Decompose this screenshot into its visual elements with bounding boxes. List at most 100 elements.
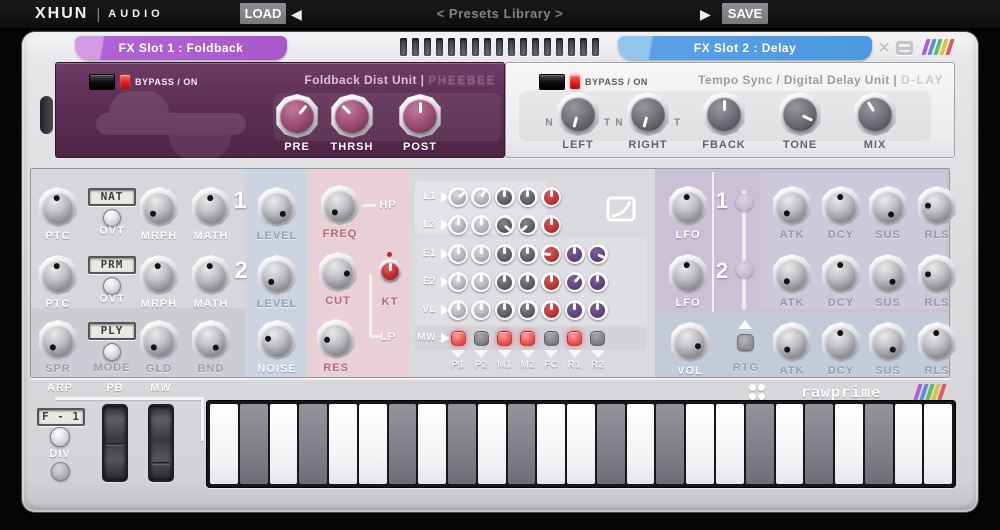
matrix-mw-button-R1[interactable] [567, 331, 582, 346]
mod-wheel[interactable] [148, 404, 174, 482]
env2-sus-knob[interactable]: SUS [868, 254, 908, 294]
lfo1-amount-handle[interactable] [736, 194, 753, 211]
key-white[interactable] [924, 404, 952, 484]
matrix-knob-E1-FC[interactable] [541, 244, 561, 264]
key-white[interactable] [270, 404, 298, 484]
matrix-knob-VL-P2[interactable] [471, 300, 491, 320]
matrix-knob-L1-M2[interactable] [518, 187, 538, 207]
lfo2-knob[interactable]: LFO [668, 254, 708, 294]
key-white[interactable] [418, 404, 446, 484]
pitch-bend-wheel[interactable] [102, 404, 128, 482]
matrix-knob-L1-M1[interactable] [495, 187, 515, 207]
matrix-knob-E2-R1[interactable] [565, 272, 585, 292]
key-white[interactable] [329, 404, 357, 484]
matrix-knob-E2-P2[interactable] [471, 272, 491, 292]
tab-fx-slot-1[interactable]: FX Slot 1 : Foldback [75, 36, 287, 60]
vca-atk-knob[interactable]: ATK [772, 322, 812, 362]
filter-kt-knob[interactable]: KT [378, 259, 402, 283]
env2-dcy-knob[interactable]: DCY [821, 254, 861, 294]
fx2-left-knob[interactable]: LEFT [556, 92, 600, 136]
key-white[interactable] [686, 404, 714, 484]
matrix-mw-button-M2[interactable] [520, 331, 535, 346]
matrix-mw-button-P1[interactable] [451, 331, 466, 346]
fx2-tone-knob[interactable]: TONE [778, 92, 822, 136]
matrix-knob-L2-P1[interactable] [448, 215, 468, 235]
spr-knob[interactable]: SPR [38, 320, 78, 360]
matrix-knob-L2-M2[interactable] [518, 215, 538, 235]
key-white[interactable] [359, 404, 387, 484]
fx2-fback-knob[interactable]: FBACK [702, 92, 746, 136]
osc2-math-knob[interactable]: MATH [191, 255, 231, 295]
vol-knob[interactable]: VOL [670, 322, 710, 362]
gld-knob[interactable]: GLD [139, 320, 179, 360]
vca-dcy-knob[interactable]: DCY [821, 322, 861, 362]
preset-browser[interactable]: < Presets Library > [380, 6, 620, 21]
next-preset-icon[interactable]: ▶ [700, 5, 711, 23]
filter-res-knob[interactable]: RES [316, 319, 356, 359]
tab-fx-slot-2[interactable]: FX Slot 2 : Delay [618, 36, 872, 60]
fx1-pre-knob[interactable]: PRE [275, 94, 319, 138]
osc2-level-knob[interactable]: LEVEL [257, 255, 297, 295]
key-white[interactable] [895, 404, 923, 484]
matrix-knob-L1-P1[interactable] [448, 187, 468, 207]
osc1-ptc-knob[interactable]: PTC [38, 187, 78, 227]
matrix-mw-button-M1[interactable] [497, 331, 512, 346]
matrix-knob-VL-R1[interactable] [565, 300, 585, 320]
bnd-knob[interactable]: BND [191, 320, 231, 360]
env2-rls-knob[interactable]: RLS [917, 254, 957, 294]
key-white[interactable] [835, 404, 863, 484]
key-white[interactable] [210, 404, 238, 484]
key-white[interactable] [567, 404, 595, 484]
lfo1-knob[interactable]: LFO [668, 186, 708, 226]
matrix-knob-E2-FC[interactable] [541, 272, 561, 292]
matrix-knob-E2-P1[interactable] [448, 272, 468, 292]
fx2-right-knob[interactable]: RIGHT [626, 92, 670, 136]
matrix-knob-VL-FC[interactable] [541, 300, 561, 320]
matrix-knob-L1-FC[interactable] [541, 187, 561, 207]
env1-atk-knob[interactable]: ATK [772, 186, 812, 226]
matrix-knob-E1-P1[interactable] [448, 244, 468, 264]
vca-sus-knob[interactable]: SUS [868, 322, 908, 362]
bypass-button[interactable] [89, 74, 115, 90]
key-black[interactable] [746, 404, 774, 484]
key-white[interactable] [478, 404, 506, 484]
matrix-knob-L1-P2[interactable] [471, 187, 491, 207]
filter-freq-knob[interactable]: FREQ [320, 185, 360, 225]
rtg-button[interactable] [737, 334, 754, 351]
fx2-mix-knob[interactable]: MIX [853, 92, 897, 136]
osc1-math-knob[interactable]: MATH [191, 187, 231, 227]
prev-preset-icon[interactable]: ◀ [291, 5, 302, 23]
osc2-ptc-knob[interactable]: PTC [38, 255, 78, 295]
matrix-knob-VL-R2[interactable] [588, 300, 608, 320]
key-black[interactable] [448, 404, 476, 484]
env1-sus-knob[interactable]: SUS [868, 186, 908, 226]
key-black[interactable] [865, 404, 893, 484]
key-black[interactable] [389, 404, 417, 484]
matrix-knob-E1-M1[interactable] [495, 244, 515, 264]
div-button[interactable] [51, 462, 70, 481]
load-button[interactable]: LOAD [240, 3, 286, 24]
bypass-button[interactable] [539, 74, 565, 90]
matrix-knob-E2-M2[interactable] [518, 272, 538, 292]
filter-cut-knob[interactable]: CUT [318, 252, 358, 292]
matrix-knob-E1-P2[interactable] [471, 244, 491, 264]
key-black[interactable] [656, 404, 684, 484]
matrix-mw-button-P2[interactable] [474, 331, 489, 346]
matrix-knob-VL-M1[interactable] [495, 300, 515, 320]
key-black[interactable] [805, 404, 833, 484]
key-black[interactable] [299, 404, 327, 484]
osc1-level-knob[interactable]: LEVEL [257, 187, 297, 227]
key-white[interactable] [627, 404, 655, 484]
fx1-post-knob[interactable]: POST [398, 94, 442, 138]
osc1-mrph-knob[interactable]: MRPH [139, 187, 179, 227]
fx1-thrsh-knob[interactable]: THRSH [330, 94, 374, 138]
matrix-knob-VL-M2[interactable] [518, 300, 538, 320]
matrix-knob-E2-M1[interactable] [495, 272, 515, 292]
mode-button[interactable] [103, 343, 121, 361]
matrix-knob-E2-R2[interactable] [588, 272, 608, 292]
arp-button[interactable] [50, 427, 70, 447]
matrix-mw-button-R2[interactable] [590, 331, 605, 346]
env2-atk-knob[interactable]: ATK [772, 254, 812, 294]
env1-rls-knob[interactable]: RLS [917, 186, 957, 226]
matrix-knob-L2-FC[interactable] [541, 215, 561, 235]
